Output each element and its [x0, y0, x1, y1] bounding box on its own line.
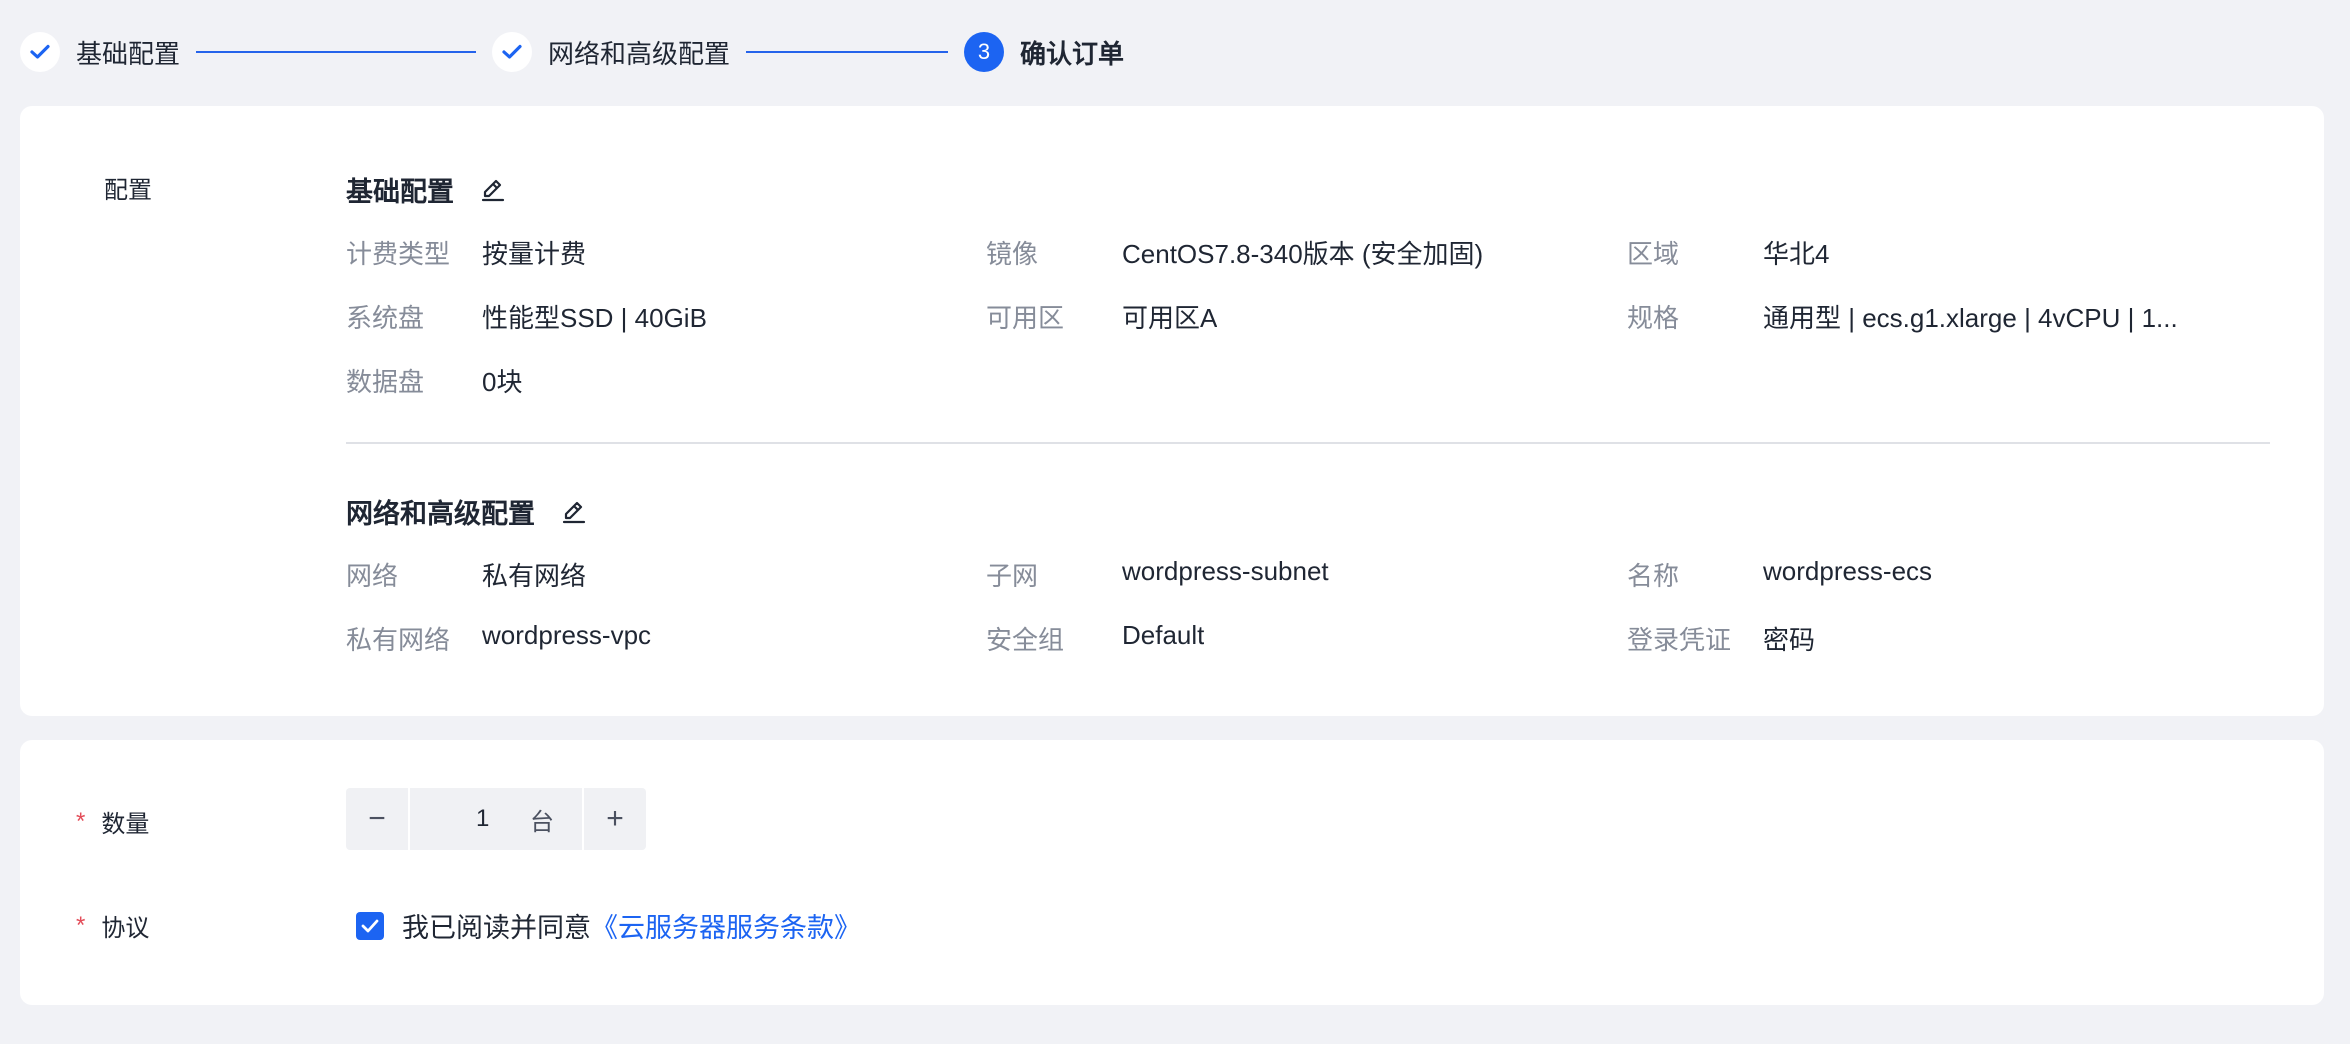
- kv-security-group: 安全组 Default: [986, 620, 1204, 657]
- kv-key: 名称: [1627, 561, 1680, 591]
- agreement-label-text: 协议: [101, 915, 150, 942]
- terms-link[interactable]: 《云服务器服务条款》: [591, 906, 861, 945]
- kv-key: 镜像: [986, 239, 1039, 269]
- kv-value: 华北4: [1763, 239, 1830, 269]
- edit-icon[interactable]: [480, 177, 506, 203]
- kv-key: 规格: [1627, 303, 1680, 333]
- quantity-label-text: 数量: [101, 811, 150, 838]
- kv-data-disk: 数据盘 0块: [346, 362, 522, 399]
- decrement-button[interactable]: −: [346, 788, 408, 850]
- step-connector: [746, 51, 949, 53]
- step-label: 确认订单: [1020, 38, 1125, 69]
- step-basic-config[interactable]: 基础配置: [20, 32, 180, 72]
- kv-value: 性能型SSD | 40GiB: [482, 303, 707, 333]
- network-config-section-title: 网络和高级配置: [346, 492, 587, 531]
- kv-key: 可用区: [986, 303, 1065, 333]
- section-title-text: 网络和高级配置: [346, 499, 535, 529]
- kv-key: 区域: [1627, 239, 1680, 269]
- edit-icon[interactable]: [561, 499, 587, 525]
- kv-key: 系统盘: [346, 303, 425, 333]
- order-card: * 数量 − 1 台 + * 协议 我已阅读并同意 《云服务器服务条款》: [20, 740, 2324, 1005]
- config-summary-card: 配置 基础配置 计费类型 按量计费 镜像 CentOS7.8-340版本 (安全…: [20, 106, 2324, 716]
- check-icon: [20, 32, 60, 72]
- kv-region: 区域 华北4: [1627, 234, 1829, 271]
- step-confirm-order[interactable]: 3 确认订单: [964, 32, 1124, 72]
- step-label: 基础配置: [76, 38, 181, 69]
- increment-button[interactable]: +: [584, 788, 646, 850]
- kv-key: 登录凭证: [1627, 625, 1732, 655]
- required-mark: *: [76, 807, 86, 835]
- kv-login-credential: 登录凭证 密码: [1627, 620, 1815, 657]
- agreement-label: * 协议: [76, 908, 149, 943]
- config-side-label: 配置: [104, 177, 152, 204]
- kv-vpc: 私有网络 wordpress-vpc: [346, 620, 651, 657]
- section-title-text: 基础配置: [346, 177, 454, 207]
- agreement-text: 我已阅读并同意: [402, 913, 591, 943]
- kv-billing-type: 计费类型 按量计费: [346, 234, 586, 271]
- kv-value: CentOS7.8-340版本 (安全加固): [1122, 239, 1484, 269]
- kv-key: 私有网络: [346, 625, 451, 655]
- check-icon: [492, 32, 533, 72]
- section-divider: [346, 442, 2270, 444]
- kv-value: 通用型 | ecs.g1.xlarge | 4vCPU | 1...: [1763, 303, 2178, 333]
- kv-value: 可用区A: [1122, 303, 1218, 333]
- kv-image: 镜像 CentOS7.8-340版本 (安全加固): [986, 234, 1483, 271]
- kv-value: wordpress-vpc: [482, 620, 652, 650]
- agreement-checkbox[interactable]: [356, 911, 384, 940]
- kv-key: 子网: [986, 561, 1039, 591]
- kv-value: 按量计费: [482, 239, 587, 269]
- step-number-badge: 3: [964, 32, 1005, 72]
- kv-availability-zone: 可用区 可用区A: [986, 298, 1217, 335]
- quantity-unit: 台: [530, 808, 554, 836]
- kv-key: 计费类型: [346, 239, 451, 269]
- kv-value: wordpress-subnet: [1122, 556, 1329, 586]
- quantity-input[interactable]: 1 台: [410, 788, 582, 850]
- kv-value: 私有网络: [482, 561, 587, 591]
- kv-instance-name: 名称 wordpress-ecs: [1627, 556, 1932, 593]
- kv-value: Default: [1122, 620, 1205, 650]
- step-connector: [196, 51, 477, 53]
- basic-config-section-title: 基础配置: [346, 170, 506, 209]
- kv-key: 安全组: [986, 625, 1065, 655]
- quantity-stepper[interactable]: − 1 台 +: [346, 788, 646, 850]
- agreement-row: 我已阅读并同意 《云服务器服务条款》: [356, 906, 861, 945]
- kv-subnet: 子网 wordpress-subnet: [986, 556, 1329, 593]
- kv-instance-spec: 规格 通用型 | ecs.g1.xlarge | 4vCPU | 1...: [1627, 298, 2178, 335]
- step-indicator: 基础配置 网络和高级配置 3 确认订单: [20, 30, 1124, 74]
- quantity-value: 1: [476, 805, 490, 832]
- kv-key: 网络: [346, 561, 399, 591]
- kv-system-disk: 系统盘 性能型SSD | 40GiB: [346, 298, 707, 335]
- kv-network: 网络 私有网络: [346, 556, 586, 593]
- kv-value: wordpress-ecs: [1763, 556, 1933, 586]
- required-mark: *: [76, 911, 86, 939]
- kv-value: 0块: [482, 367, 523, 397]
- kv-key: 数据盘: [346, 367, 425, 397]
- check-icon: [361, 919, 379, 932]
- kv-value: 密码: [1763, 625, 1816, 655]
- step-label: 网络和高级配置: [548, 38, 731, 69]
- step-network-config[interactable]: 网络和高级配置: [492, 32, 730, 72]
- quantity-label: * 数量: [76, 804, 149, 839]
